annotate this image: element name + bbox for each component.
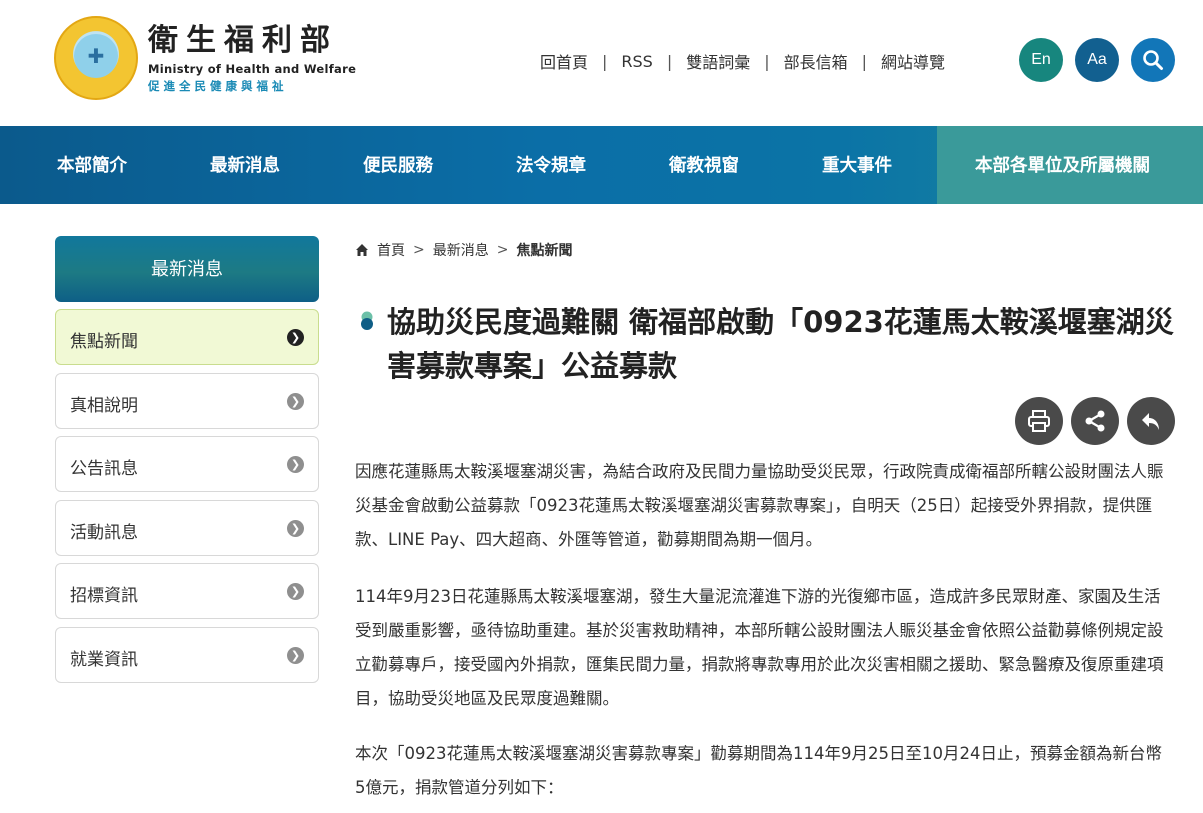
- search-button[interactable]: [1131, 38, 1175, 82]
- article-paragraph: 因應花蓮縣馬太鞍溪堰塞湖災害，為結合政府及民間力量協助受災民眾，行政院責成衛福部…: [355, 462, 1164, 549]
- sidebar-item-tenders[interactable]: 招標資訊 ❯: [55, 563, 319, 619]
- logo-text[interactable]: 衛生福利部 Ministry of Health and Welfare 促進全…: [148, 24, 356, 94]
- divider: |: [861, 51, 868, 71]
- top-link-glossary[interactable]: 雙語詞彙: [686, 49, 750, 73]
- top-link-sitemap[interactable]: 網站導覽: [881, 49, 945, 73]
- divider: |: [666, 51, 673, 71]
- top-links: 回首頁 | RSS | 雙語詞彙 | 部長信箱 | 網站導覽: [540, 49, 945, 73]
- breadcrumb-current[interactable]: 焦點新聞: [516, 240, 572, 260]
- divider: |: [602, 51, 608, 71]
- nav-item-regulations[interactable]: 法令規章: [516, 126, 586, 204]
- nav-item-health-education[interactable]: 衛教視窗: [669, 126, 739, 204]
- home-icon: [356, 244, 368, 256]
- chevron-right-icon: ❯: [287, 329, 304, 346]
- chevron-right-icon: ❯: [287, 393, 304, 410]
- search-icon: [1143, 50, 1163, 70]
- sidebar-item-clarifications[interactable]: 真相說明 ❯: [55, 373, 319, 429]
- breadcrumb-news[interactable]: 最新消息: [433, 240, 489, 260]
- sidebar-item-events[interactable]: 活動訊息 ❯: [55, 500, 319, 556]
- sidebar-item-jobs[interactable]: 就業資訊 ❯: [55, 627, 319, 683]
- sidebar-item-label: 真相說明: [70, 396, 138, 416]
- ministry-logo[interactable]: ✚: [54, 16, 138, 100]
- article-paragraph: 本次「0923花蓮馬太鞍溪堰塞湖災害募款專案」勸募期間為114年9月25日至10…: [355, 744, 1162, 797]
- breadcrumb-separator: >: [413, 242, 425, 258]
- breadcrumb-separator: >: [496, 242, 509, 258]
- divider: |: [764, 51, 770, 71]
- site-header: ✚ 衛生福利部 Ministry of Health and Welfare 促…: [0, 0, 1203, 126]
- sidebar-item-label: 焦點新聞: [70, 332, 138, 352]
- font-size-button[interactable]: Aa: [1075, 38, 1119, 82]
- back-button[interactable]: [1127, 397, 1175, 445]
- sidebar-item-label: 招標資訊: [70, 586, 138, 606]
- main-nav: 本部簡介 最新消息 便民服務 法令規章 衛教視窗 重大事件 本部各單位及所屬機關: [0, 126, 1203, 204]
- sidebar-item-label: 就業資訊: [70, 650, 138, 670]
- print-button[interactable]: [1015, 397, 1063, 445]
- sidebar-heading[interactable]: 最新消息: [55, 236, 319, 302]
- logo-emblem-icon: ✚: [74, 34, 118, 78]
- back-icon: [1142, 413, 1159, 430]
- chevron-right-icon: ❯: [287, 456, 304, 473]
- top-link-rss[interactable]: RSS: [621, 52, 652, 71]
- article-paragraph: 114年9月23日花蓮縣馬太鞍溪堰塞湖，發生大量泥流灌進下游的光復鄉市區，造成許…: [355, 587, 1164, 708]
- top-link-home[interactable]: 回首頁: [540, 49, 588, 73]
- sidebar-item-announcements[interactable]: 公告訊息 ❯: [55, 436, 319, 492]
- sidebar-item-label: 公告訊息: [70, 459, 138, 479]
- logo-slogan: 促進全民健康與福祉: [148, 79, 288, 93]
- breadcrumb-home[interactable]: 首頁: [377, 240, 405, 260]
- chevron-right-icon: ❯: [287, 583, 304, 600]
- sidebar-item-label: 活動訊息: [70, 523, 138, 543]
- nav-item-about[interactable]: 本部簡介: [57, 126, 127, 204]
- nav-item-news[interactable]: 最新消息: [210, 126, 280, 204]
- nav-item-major-events[interactable]: 重大事件: [822, 126, 892, 204]
- sidebar-item-focus-news[interactable]: 焦點新聞 ❯: [55, 309, 319, 365]
- breadcrumb: 首頁 > 最新消息 > 焦點新聞: [355, 240, 572, 260]
- nav-item-services[interactable]: 便民服務: [363, 126, 433, 204]
- logo-title-zh: 衛生福利部: [148, 23, 338, 58]
- nav-item-agencies[interactable]: 本部各單位及所屬機關: [975, 126, 1150, 204]
- share-button[interactable]: [1071, 397, 1119, 445]
- share-icon: [1085, 410, 1105, 432]
- language-button[interactable]: En: [1019, 38, 1063, 82]
- chevron-right-icon: ❯: [287, 520, 304, 537]
- article-title: 協助災民度過難關 衛福部啟動「0923花蓮馬太鞍溪堰塞湖災害募款專案」公益募款: [387, 305, 1174, 383]
- chevron-right-icon: ❯: [287, 647, 304, 664]
- logo-title-en: Ministry of Health and Welfare: [148, 62, 357, 76]
- title-bullet-icon: [361, 311, 373, 330]
- top-link-minister-mailbox[interactable]: 部長信箱: [784, 49, 848, 73]
- print-icon: [1028, 410, 1050, 432]
